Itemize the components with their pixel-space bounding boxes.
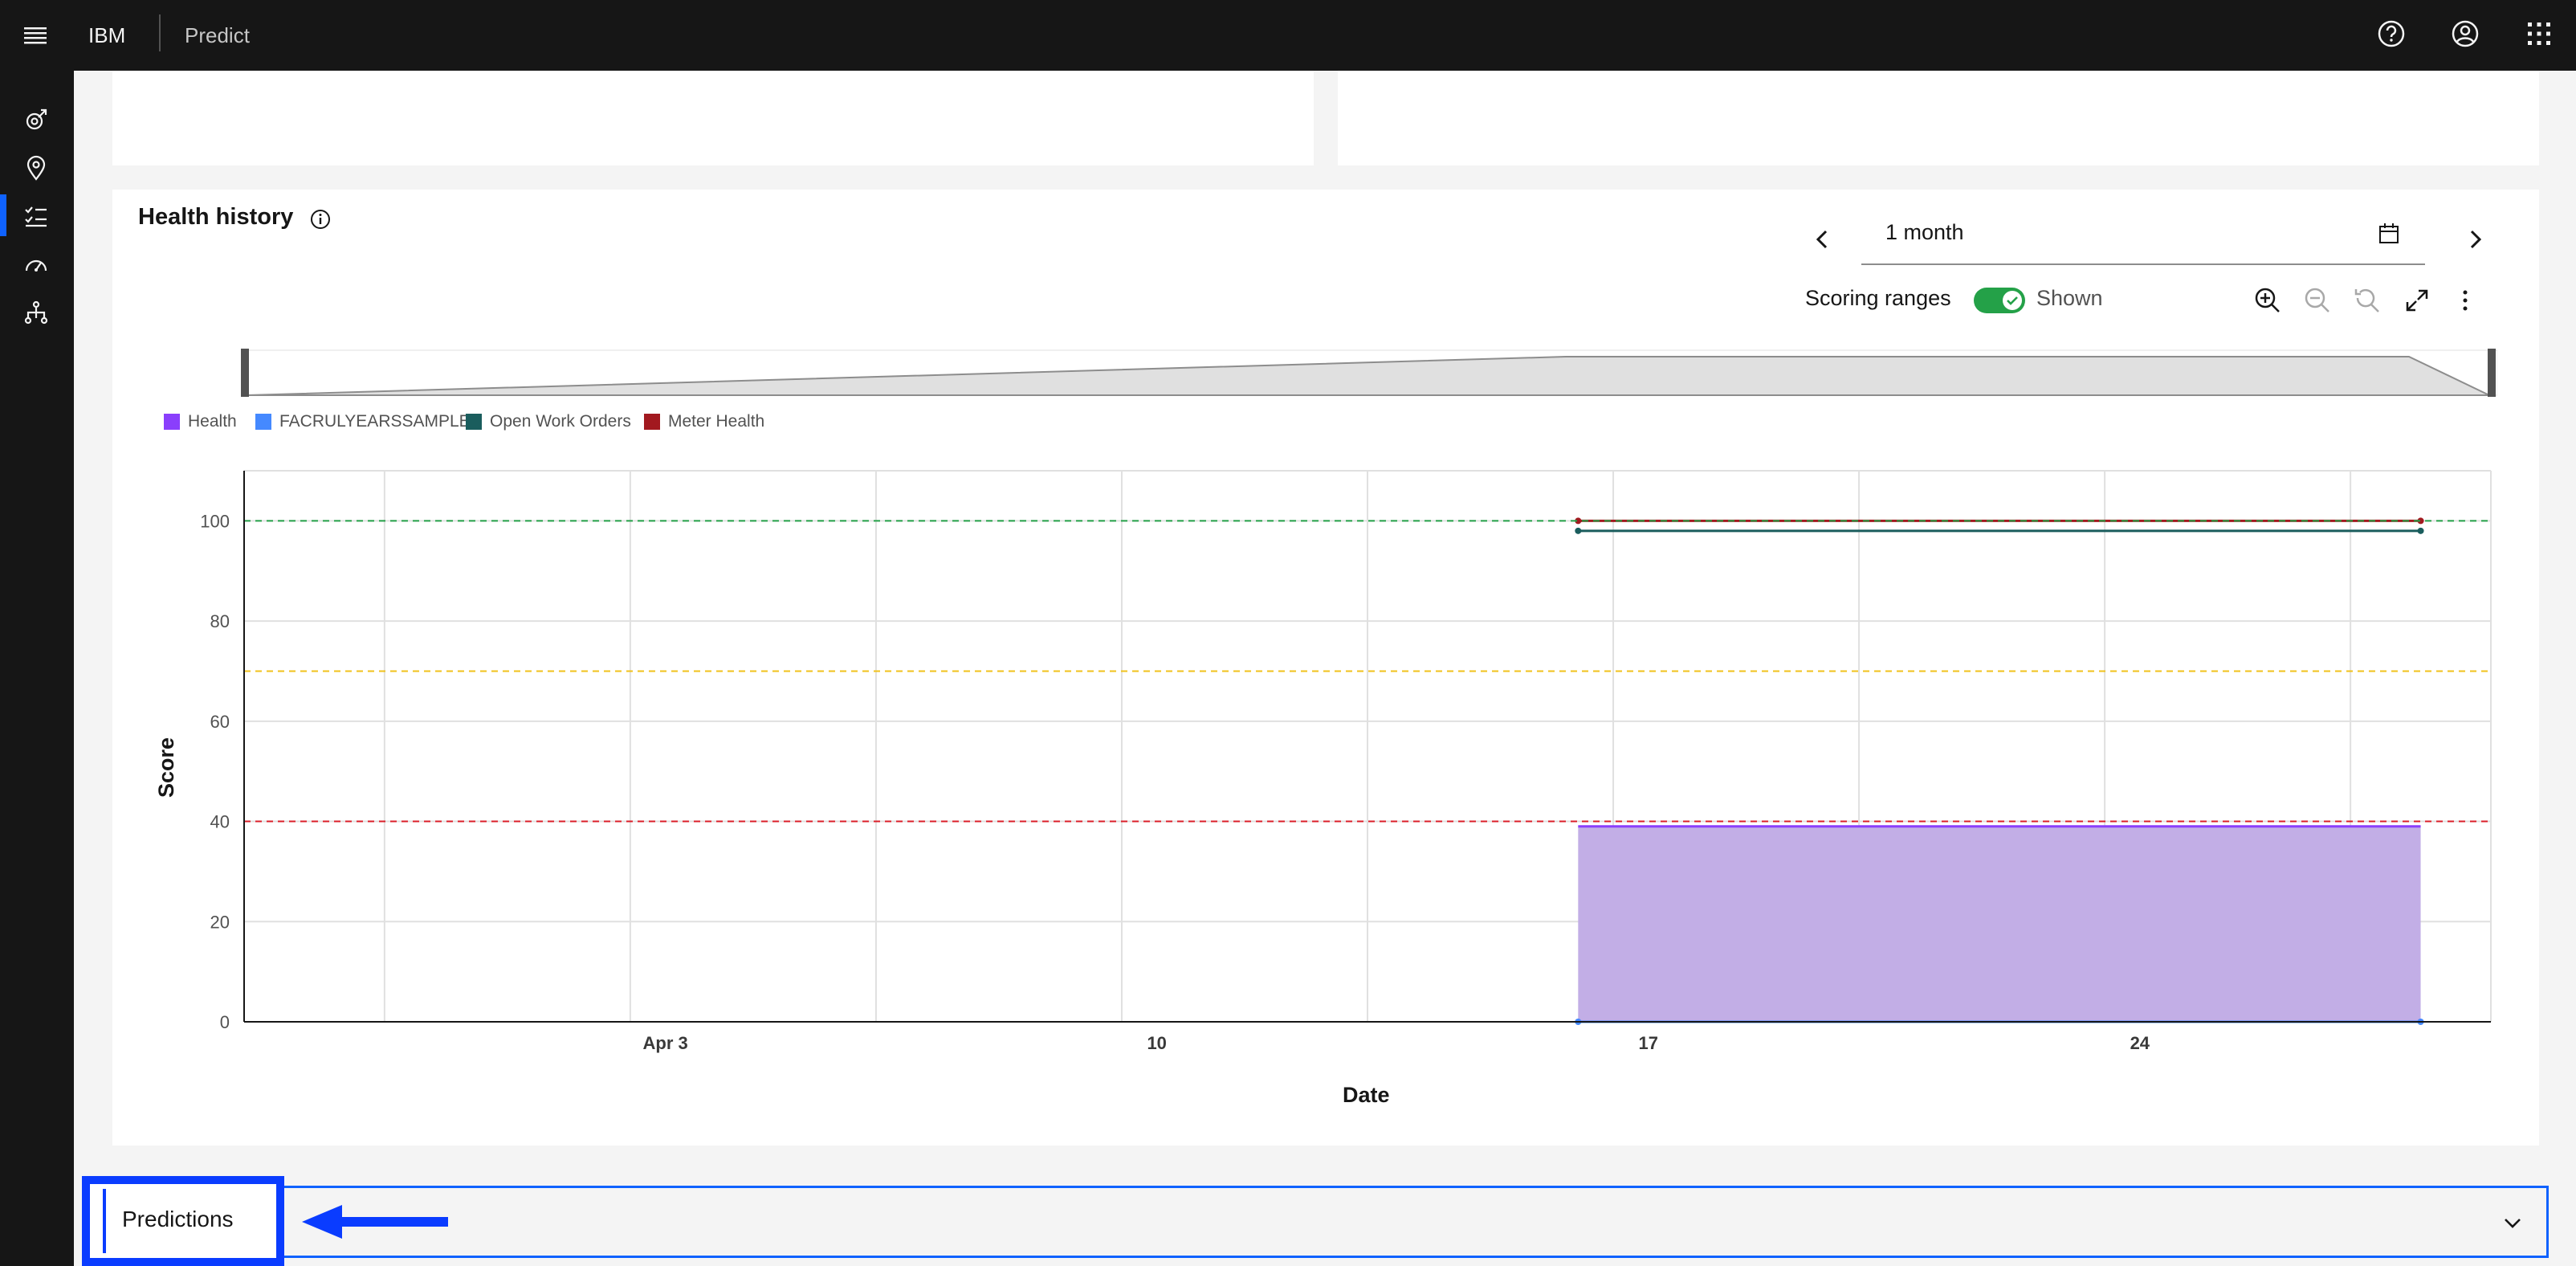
series-point-open-work-orders [2417,527,2424,534]
predictions-label: Predictions [122,1207,234,1231]
x-tick-label: Apr 3 [643,1033,688,1053]
y-tick-label: 100 [200,511,230,531]
y-tick-label: 40 [210,812,230,832]
predictions-tab[interactable]: Predictions [103,1189,268,1253]
y-tick-label: 0 [220,1012,230,1032]
x-tick-label: 24 [2130,1033,2150,1053]
y-tick-label: 80 [210,611,230,631]
left-arrow-icon [302,1205,448,1239]
y-tick-label: 60 [210,712,230,732]
health-history-chart: 0 20 40 60 80 100 Apr 3 10 17 24 [200,470,2492,1053]
y-tick-label: 20 [210,912,230,932]
series-area-health [1578,826,2421,1022]
x-tick-label: 10 [1147,1033,1166,1053]
series-point-open-work-orders [1575,527,1582,534]
x-axis-title: Date [1343,1083,1390,1107]
chevron-down-icon[interactable] [2499,1210,2526,1237]
predictions-accordion[interactable] [90,1186,2549,1258]
predictions-focus-highlight[interactable]: Predictions [82,1176,284,1266]
y-axis-title: Score [154,737,179,798]
x-tick-label: 17 [1639,1033,1658,1053]
